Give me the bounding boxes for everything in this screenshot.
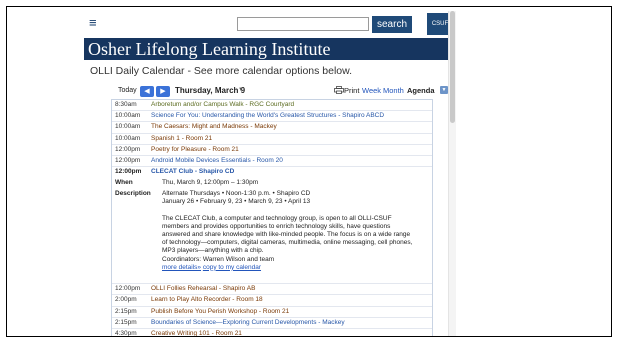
event-row[interactable]: 12:00pm Android Mobile Devices Essentials… [112,156,432,168]
event-title-link[interactable]: Spanish 1 - Room 21 [151,134,212,144]
event-title-link[interactable]: The Caesars: Might and Madness - Mackey [151,122,277,132]
description-text: members and provides opportunities to en… [162,222,391,230]
screenshot-frame: ≡ search CSUF Osher Lifelong Learning In… [6,6,612,337]
expanded-event-details: 12:00pm CLECAT Club - Shapiro CD When Th… [112,167,432,285]
month-view-tab[interactable]: Month [383,86,404,95]
printer-icon [334,86,344,94]
event-title-link[interactable]: Creative Writing 101 - Room 21 [151,329,242,336]
when-value: Thu, March 9, 12:00pm – 1:30pm [162,179,259,187]
description-text: MP3 players—anything with a chip. [162,247,264,255]
agenda-list: 8:30am Arboretum and/or Campus Walk - RGC… [111,99,433,337]
week-view-tab[interactable]: Week [362,86,381,95]
description-text: answered and share knowledge with like-m… [162,230,411,238]
current-date-label[interactable]: Thursday, March 9 [175,86,245,95]
today-button[interactable]: Today [118,87,137,94]
event-row[interactable]: 10:00am Science For You: Understanding th… [112,111,432,123]
event-row[interactable]: 10:00am Spanish 1 - Room 21 [112,134,432,145]
vertical-scrollbar[interactable] [448,11,456,336]
copy-to-calendar-link[interactable]: copy to my calendar [203,264,261,271]
description-text: The CLECAT Club, a computer and technolo… [162,214,392,222]
agenda-dropdown-icon[interactable]: ▼ [440,86,448,94]
event-row[interactable]: 8:30am Arboretum and/or Campus Walk - RGC… [112,100,432,112]
event-time: 12:00pm [115,168,142,176]
agenda-view-tab[interactable]: Agenda [407,86,435,95]
more-details-link[interactable]: more details» [162,264,201,271]
description-text: of technology—computers, digital cameras… [162,239,413,247]
event-title-link[interactable]: OLLI Follies Rehearsal - Shapiro AB [151,284,255,294]
event-time: 10:00am [115,112,141,120]
event-row[interactable]: 4:30pm Creative Writing 101 - Room 21 [112,329,432,337]
event-time: 2:15pm [115,307,137,315]
print-button[interactable]: Print [334,86,359,95]
event-description: Alternate Thursdays • Noon-1:30 p.m. • S… [162,190,427,272]
dates-line: January 26 • February 9, 23 • March 9, 2… [162,198,311,206]
event-time: 2:15pm [115,318,137,326]
hamburger-menu-icon[interactable]: ≡ [89,16,97,29]
event-time: 12:00pm [115,156,141,164]
site-banner: Osher Lifelong Learning Institute [84,38,453,60]
calendar-toolbar: Today ◀ ▶ Thursday, March 9 ▼ Print Week… [88,85,450,99]
event-time: 4:30pm [115,329,137,337]
event-title-link[interactable]: Boundaries of Science—Exploring Current … [151,318,345,328]
scrollbar-thumb[interactable] [450,11,455,123]
coordinators-text: Coordinators: Warren Wilson and team [162,255,275,263]
previous-day-button[interactable]: ◀ [140,86,154,97]
event-row[interactable]: 10:00am The Caesars: Might and Madness - … [112,122,432,134]
event-row[interactable]: 12:00pm OLLI Follies Rehearsal - Shapiro … [112,284,432,296]
date-dropdown-icon[interactable]: ▼ [238,87,244,93]
event-time: 12:00pm [115,145,141,153]
top-bar: ≡ search CSUF [84,11,453,37]
event-title-link[interactable]: Arboretum and/or Campus Walk - RGC Court… [151,100,294,110]
event-time: 12:00pm [115,285,141,293]
event-title-link[interactable]: CLECAT Club - Shapiro CD [151,168,234,175]
event-time: 2:00pm [115,296,137,304]
event-time: 10:00am [115,123,141,131]
print-label: Print [344,86,360,95]
event-title-link[interactable]: Learn to Play Alto Recorder - Room 18 [151,295,263,305]
search-input[interactable] [237,17,369,31]
page-heading: OLLI Daily Calendar - See more calendar … [90,65,353,77]
next-day-button[interactable]: ▶ [156,86,170,97]
schedule-line: Alternate Thursdays • Noon-1:30 p.m. • S… [162,190,311,198]
browser-viewport: ≡ search CSUF Osher Lifelong Learning In… [84,11,453,337]
event-row[interactable]: 12:00pm Poetry for Pleasure - Room 21 [112,145,432,156]
description-label: Description [115,190,151,198]
site-title[interactable]: Osher Lifelong Learning Institute [88,39,330,59]
event-row[interactable]: 2:15pm Boundaries of Science—Exploring Cu… [112,318,432,329]
event-row[interactable]: 2:00pm Learn to Play Alto Recorder - Room… [112,295,432,307]
event-time: 8:30am [115,101,137,108]
event-row[interactable]: 2:15pm Publish Before You Perish Workshop… [112,307,432,318]
search-button[interactable]: search [372,16,412,33]
event-title-link[interactable]: Android Mobile Devices Essentials - Room… [151,156,283,166]
event-title-link[interactable]: Poetry for Pleasure - Room 21 [151,145,239,155]
event-title-link[interactable]: Science For You: Understanding the World… [151,111,384,121]
event-time: 10:00am [115,134,141,142]
when-label: When [115,179,133,187]
event-title-link[interactable]: Publish Before You Perish Workshop - Roo… [151,307,289,317]
